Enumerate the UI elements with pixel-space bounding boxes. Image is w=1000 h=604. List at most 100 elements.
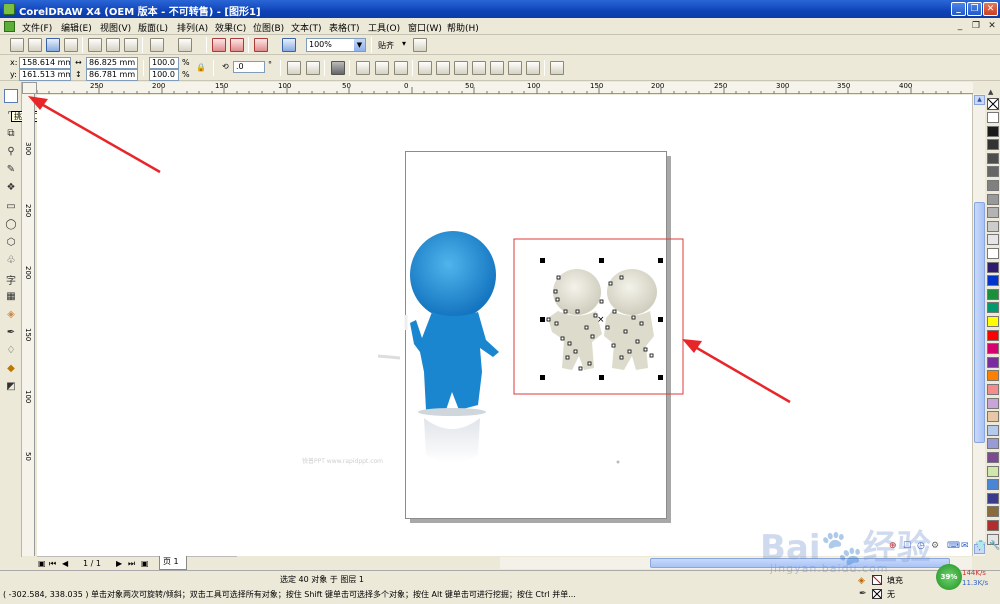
cut-icon[interactable] [88, 38, 102, 52]
keyboard-icon[interactable]: ⌨ [947, 541, 960, 551]
redo-icon[interactable] [178, 38, 192, 52]
height-field[interactable]: 86.781 mm [86, 69, 138, 81]
color-swatch[interactable] [987, 356, 999, 368]
rotation-angle-field[interactable]: .0 [233, 61, 265, 73]
scale-width-field[interactable]: 100.0 [149, 57, 179, 69]
mirror-horizontal-icon[interactable] [287, 61, 301, 75]
create-boundary-icon[interactable] [526, 61, 540, 75]
color-swatch[interactable] [987, 465, 999, 477]
copy-icon[interactable] [106, 38, 120, 52]
simplify-icon[interactable] [472, 61, 486, 75]
color-swatch[interactable] [987, 220, 999, 232]
combine-icon[interactable] [394, 61, 408, 75]
menu-edit[interactable]: 编辑(E) [61, 21, 92, 34]
ellipse-tool-icon[interactable]: ◯ [4, 219, 18, 233]
export-icon[interactable] [230, 38, 244, 52]
color-swatch[interactable] [987, 288, 999, 300]
save-icon[interactable] [46, 38, 60, 52]
ruler-origin[interactable] [22, 82, 37, 94]
snap-to-button[interactable]: 贴齐 [378, 40, 394, 51]
palette-scroll-up-icon[interactable]: ▲ [988, 88, 993, 96]
snap-dropdown-icon[interactable]: ▾ [402, 39, 406, 48]
polygon-tool-icon[interactable]: ⬡ [4, 237, 18, 251]
color-swatch[interactable] [987, 125, 999, 137]
x-position-field[interactable]: 158.614 mm [19, 57, 71, 69]
document-icon[interactable] [4, 21, 15, 32]
pick-tool-icon[interactable] [4, 89, 18, 103]
menu-text[interactable]: 文本(T) [291, 21, 322, 34]
chevron-down-icon[interactable]: ▼ [354, 39, 365, 51]
menu-layout[interactable]: 版面(L) [138, 21, 168, 34]
freehand-tool-icon[interactable]: ✎ [4, 164, 18, 178]
menu-arrange[interactable]: 排列(A) [177, 21, 208, 34]
basic-shapes-tool-icon[interactable]: ♧ [4, 255, 18, 269]
mirror-vertical-icon[interactable] [306, 61, 320, 75]
eyedropper-tool-icon[interactable]: ✒ [4, 327, 18, 341]
menu-file[interactable]: 文件(F) [22, 21, 52, 34]
color-swatch[interactable] [987, 248, 999, 259]
application-launcher-icon[interactable] [254, 38, 268, 52]
color-swatch[interactable] [987, 152, 999, 164]
fill-color-swatch[interactable] [872, 575, 882, 585]
tray-icon[interactable]: ☐ [903, 541, 911, 551]
zoom-tool-icon[interactable]: ⚲ [4, 146, 18, 160]
rectangle-tool-icon[interactable]: ▭ [4, 201, 18, 215]
color-swatch[interactable] [987, 166, 999, 178]
tray-icon[interactable]: ✉ [961, 541, 969, 551]
scrollbar-thumb[interactable] [974, 202, 985, 443]
scroll-up-icon[interactable]: ▲ [974, 95, 985, 105]
menu-window[interactable]: 窗口(W) [408, 21, 442, 34]
next-page-icon[interactable]: ▶ [116, 559, 122, 568]
add-page-icon[interactable]: ▣ [141, 559, 149, 568]
weld-icon[interactable] [418, 61, 432, 75]
ungroup-icon[interactable] [356, 61, 370, 75]
network-speed-badge[interactable]: 39% [936, 564, 962, 590]
color-swatch[interactable] [987, 112, 999, 123]
color-swatch[interactable] [987, 438, 999, 450]
close-button[interactable]: ✕ [983, 2, 998, 16]
interactive-blend-tool-icon[interactable]: ◈ [4, 309, 18, 323]
welcome-screen-icon[interactable] [282, 38, 296, 52]
color-swatch[interactable] [987, 397, 999, 409]
color-swatch[interactable] [987, 384, 999, 395]
color-swatch[interactable] [987, 479, 999, 491]
menu-effects[interactable]: 效果(C) [215, 21, 246, 34]
vertical-ruler[interactable]: 300 250 200 150 100 50 [22, 94, 35, 556]
interactive-fill-tool-icon[interactable]: ◩ [4, 381, 18, 395]
color-swatch[interactable] [987, 275, 999, 287]
open-icon[interactable] [28, 38, 42, 52]
horizontal-ruler[interactable]: 250 200 150 100 50 0 50 100 150 200 250 … [37, 82, 973, 94]
color-swatch[interactable] [987, 316, 999, 327]
last-page-icon[interactable]: ⏭ [128, 559, 135, 569]
width-field[interactable]: 86.825 mm [86, 57, 138, 69]
no-color-swatch[interactable] [987, 98, 999, 110]
tray-icon[interactable]: ⊕ [889, 541, 897, 551]
wrench-icon[interactable]: 🔧 [989, 541, 1000, 551]
y-position-field[interactable]: 161.513 mm [19, 69, 71, 81]
front-minus-back-icon[interactable] [490, 61, 504, 75]
doc-restore-icon[interactable]: ❐ [969, 19, 983, 33]
color-swatch[interactable] [987, 492, 999, 504]
first-page-icon[interactable]: ⏮ [49, 559, 56, 569]
doc-minimize-icon[interactable]: _ [953, 19, 967, 33]
options-icon[interactable] [413, 38, 427, 52]
print-icon[interactable] [64, 38, 78, 52]
color-swatch[interactable] [987, 329, 999, 341]
fill-tool-icon[interactable]: ◆ [4, 363, 18, 377]
color-swatch[interactable] [987, 452, 999, 463]
back-minus-front-icon[interactable] [508, 61, 522, 75]
new-document-icon[interactable] [10, 38, 24, 52]
color-swatch[interactable] [987, 261, 999, 273]
page-tab[interactable]: 页 1 [159, 556, 187, 570]
smart-fill-tool-icon[interactable]: ❖ [4, 182, 18, 196]
outline-color-swatch[interactable] [872, 589, 882, 599]
zoom-level-select[interactable]: 100% ▼ [306, 38, 366, 52]
color-swatch[interactable] [987, 139, 999, 151]
menu-view[interactable]: 视图(V) [100, 21, 131, 34]
group-icon[interactable] [331, 61, 345, 75]
restore-button[interactable]: ❐ [967, 2, 982, 16]
trim-icon[interactable] [436, 61, 450, 75]
color-swatch[interactable] [987, 424, 999, 436]
intersect-icon[interactable] [454, 61, 468, 75]
doc-close-icon[interactable]: ✕ [985, 19, 999, 33]
